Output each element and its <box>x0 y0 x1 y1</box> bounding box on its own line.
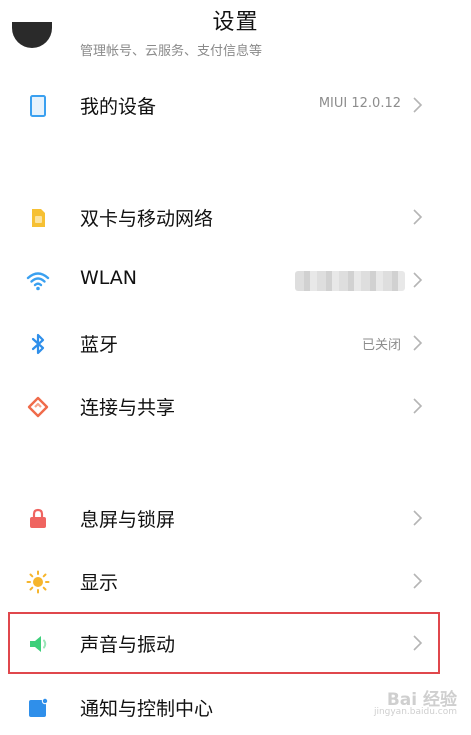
chevron-right-icon <box>413 209 423 225</box>
settings-item-label: 息屏与锁屏 <box>80 509 176 531</box>
chevron-right-icon <box>413 97 423 113</box>
lock-icon <box>30 508 46 528</box>
settings-item-lock-screen[interactable]: 息屏与锁屏 <box>0 489 471 549</box>
highlight-box <box>8 612 440 674</box>
settings-item-my-device[interactable]: 我的设备 MIUI 12.0.12 <box>0 76 471 136</box>
settings-item-dual-sim[interactable]: 双卡与移动网络 <box>0 188 471 248</box>
watermark-url: jingyan.baidu.com <box>373 707 457 717</box>
settings-screen: 设置 管理帐号、云服务、支付信息等 我的设备 MIUI 12.0.12 双卡与移… <box>0 0 471 735</box>
settings-item-label: 通知与控制中心 <box>80 698 214 720</box>
baidu-watermark: Bai 经验 jingyan.baidu.com <box>361 683 457 723</box>
device-icon <box>30 95 46 117</box>
account-subtitle: 管理帐号、云服务、支付信息等 <box>80 44 263 59</box>
chevron-right-icon <box>413 272 423 288</box>
share-icon <box>27 396 49 418</box>
settings-item-label: 蓝牙 <box>80 334 119 356</box>
chevron-right-icon <box>413 573 423 589</box>
settings-item-label: 我的设备 <box>80 96 157 118</box>
settings-item-label: 连接与共享 <box>80 397 176 419</box>
wifi-icon <box>26 272 50 291</box>
chevron-right-icon <box>413 398 423 414</box>
sun-icon <box>26 570 50 594</box>
settings-item-bluetooth[interactable]: 蓝牙 已关闭 <box>0 314 471 374</box>
settings-item-value: MIUI 12.0.12 <box>318 96 401 111</box>
avatar <box>12 22 52 48</box>
account-row[interactable]: 管理帐号、云服务、支付信息等 <box>0 22 471 60</box>
page-title: 设置 <box>212 10 259 35</box>
settings-item-wlan[interactable]: WLAN <box>0 251 471 311</box>
settings-item-display[interactable]: 显示 <box>0 552 471 612</box>
settings-item-connection-sharing[interactable]: 连接与共享 <box>0 377 471 437</box>
blurred-network-name <box>295 271 405 291</box>
settings-item-label: 双卡与移动网络 <box>80 208 214 230</box>
chevron-right-icon <box>413 510 423 526</box>
settings-item-label: 显示 <box>80 572 119 594</box>
chevron-right-icon <box>413 335 423 351</box>
bluetooth-icon <box>31 333 45 355</box>
settings-item-value: 已关闭 <box>361 338 401 353</box>
settings-item-label: WLAN <box>80 267 138 289</box>
notification-icon <box>29 697 49 717</box>
sim-card-icon <box>32 209 45 227</box>
